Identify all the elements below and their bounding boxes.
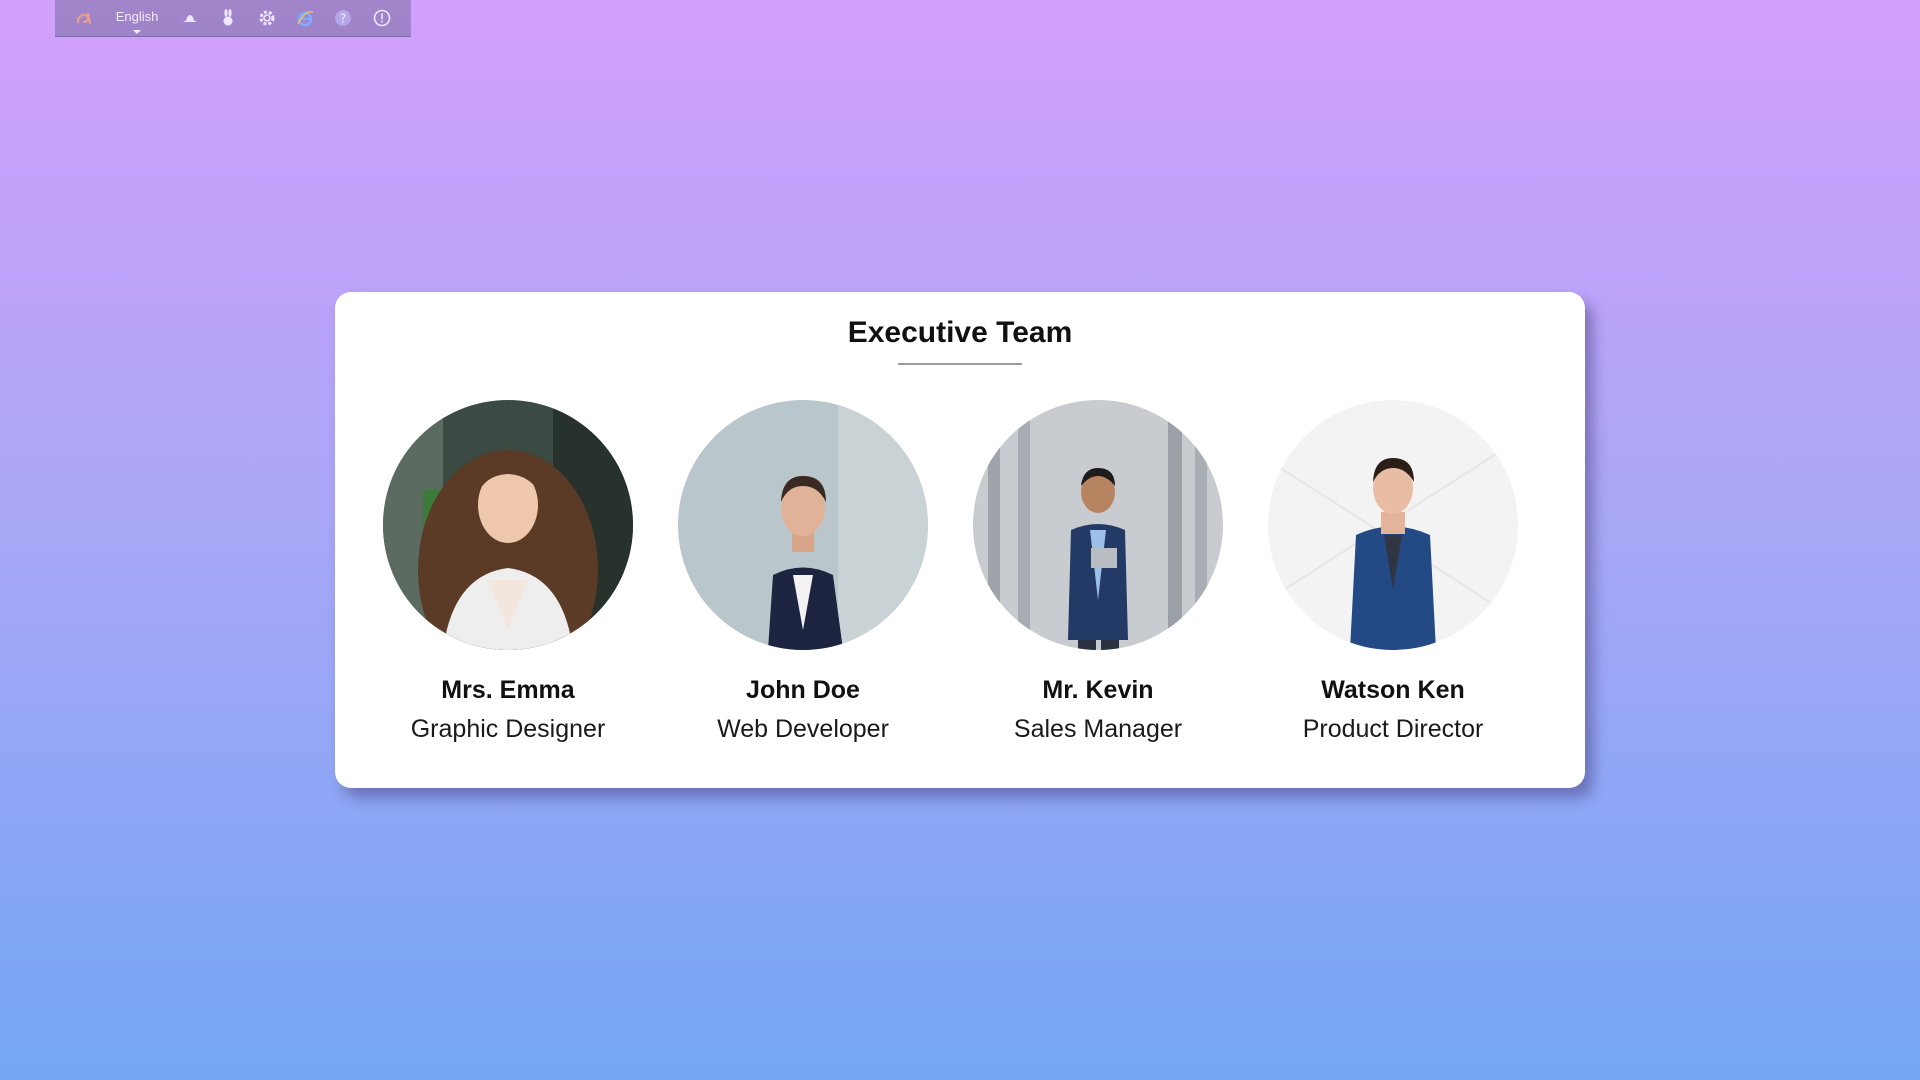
help-icon[interactable]: ? <box>324 0 362 37</box>
member-name: Mr. Kevin <box>1042 676 1154 704</box>
chevron-down-icon <box>133 29 141 34</box>
team-member: Mr. Kevin Sales Manager <box>948 400 1248 744</box>
member-photo <box>973 400 1223 650</box>
language-selector[interactable]: English <box>103 0 170 37</box>
member-photo <box>1268 400 1518 650</box>
title-divider <box>898 363 1022 365</box>
team-member: John Doe Web Developer <box>653 400 953 744</box>
member-role: Graphic Designer <box>410 715 606 743</box>
member-name: Mrs. Emma <box>441 676 575 704</box>
browser-icon[interactable] <box>286 0 324 37</box>
hat-icon[interactable] <box>171 0 209 37</box>
member-role: Web Developer <box>717 715 889 743</box>
member-photo <box>678 400 928 650</box>
member-role: Product Director <box>1302 715 1484 743</box>
member-role: Sales Manager <box>1013 715 1183 743</box>
bunny-icon[interactable] <box>209 0 247 37</box>
member-name: John Doe <box>746 676 860 704</box>
team-member: Mrs. Emma Graphic Designer <box>358 400 658 744</box>
gear-icon[interactable] <box>247 0 285 37</box>
card-title: Executive Team <box>847 316 1073 349</box>
member-photo <box>383 400 633 650</box>
logo-icon[interactable] <box>65 0 103 37</box>
floating-toolbar: English ? <box>55 0 411 37</box>
info-icon[interactable] <box>363 0 401 37</box>
team-member: Watson Ken Product Director <box>1243 400 1543 744</box>
member-name: Watson Ken <box>1321 676 1465 704</box>
language-label: English <box>115 8 159 24</box>
svg-text:?: ? <box>340 12 346 26</box>
